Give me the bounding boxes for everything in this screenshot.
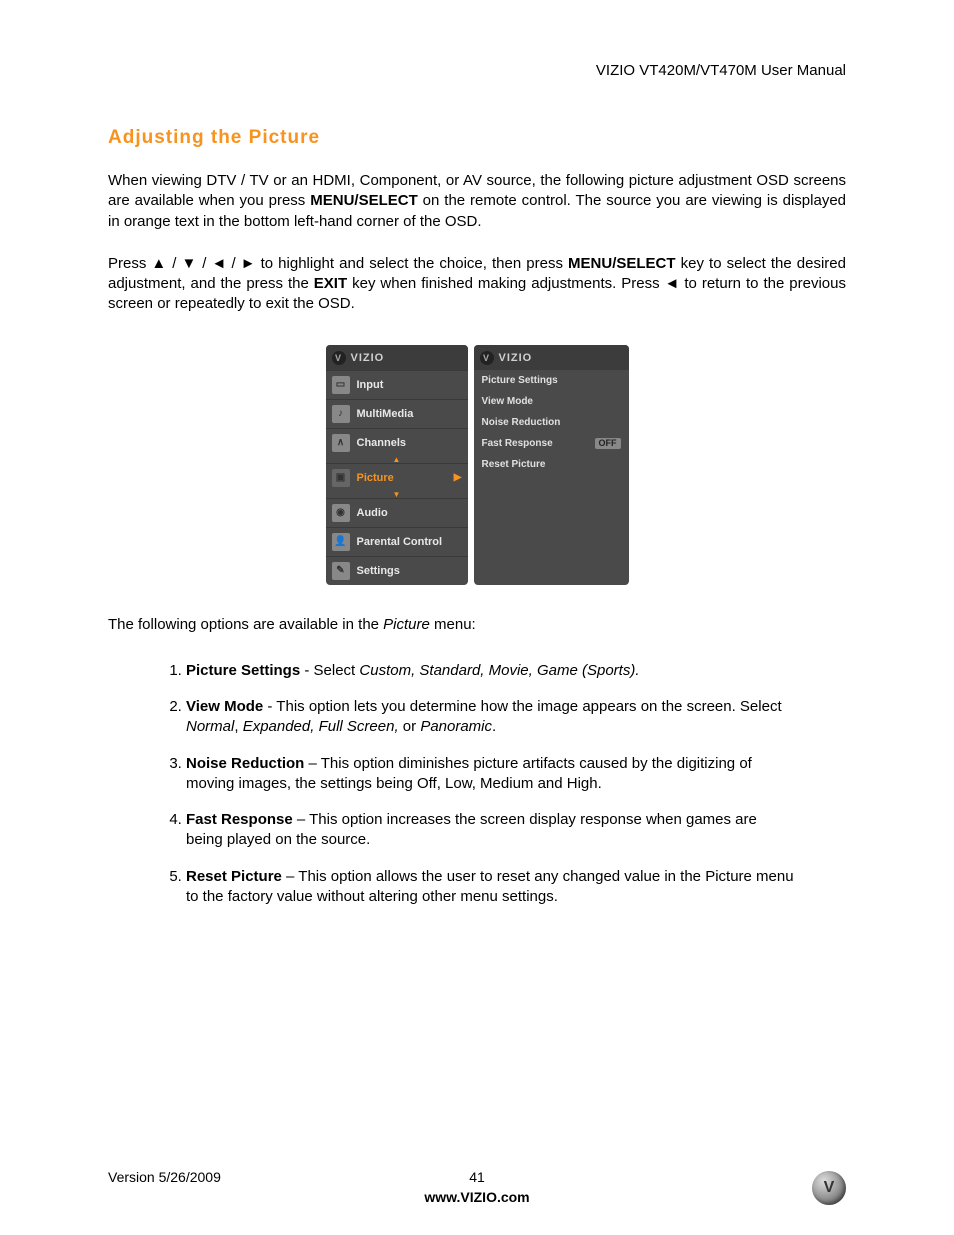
osd-sub-reset-picture[interactable]: Reset Picture: [474, 454, 629, 475]
options-intro: The following options are available in t…: [108, 615, 846, 635]
osd-right-panel: V VIZIO Picture Settings View Mode Noise…: [474, 345, 629, 585]
osd-menu-parental[interactable]: 👤 Parental Control: [326, 527, 468, 556]
osd-menu-settings[interactable]: ✎ Settings: [326, 556, 468, 585]
osd-sub-fast-response[interactable]: Fast Response OFF: [474, 433, 629, 454]
osd-brand-row: V VIZIO: [474, 345, 629, 370]
doc-title: VIZIO VT420M/VT470M User Manual: [108, 62, 846, 79]
osd-sub-view-mode[interactable]: View Mode: [474, 391, 629, 412]
intro-paragraph-1: When viewing DTV / TV or an HDMI, Compon…: [108, 171, 846, 232]
opt-title: Picture Settings: [186, 662, 300, 679]
vizio-logo-icon: V: [332, 351, 346, 365]
osd-screenshot: V VIZIO ▭Input ♪MultiMedia ∧Channels ▲ ▣…: [108, 345, 846, 585]
option-fast-response: Fast Response – This option increases th…: [186, 810, 796, 851]
p3a: The following options are available in t…: [108, 616, 383, 633]
osd-menu-channels[interactable]: ∧ Channels: [326, 428, 468, 457]
opt-text: .: [492, 718, 496, 735]
osd-item-label: Channels: [357, 437, 407, 449]
osd-sub-value: OFF: [595, 438, 621, 449]
osd-item-label: Settings: [357, 565, 400, 577]
opt-italic: Custom, Standard, Movie, Game (Sports).: [359, 662, 639, 679]
options-list: Picture Settings - Select Custom, Standa…: [108, 661, 846, 907]
option-picture-settings: Picture Settings - Select Custom, Standa…: [186, 661, 796, 681]
opt-text: – This option: [304, 755, 398, 772]
opt-italic: Panoramic: [420, 718, 492, 735]
osd-item-label: MultiMedia: [357, 408, 414, 420]
opt-text: or: [399, 718, 421, 735]
osd-menu-input[interactable]: ▭ Input: [326, 370, 468, 399]
opt-title: Noise Reduction: [186, 755, 304, 772]
opt-text: - Select: [300, 662, 359, 679]
p1b: MENU/SELECT: [310, 192, 418, 209]
osd-sub-label: Fast Response: [482, 438, 553, 449]
osd-brand-text: VIZIO: [351, 352, 385, 364]
osd-item-label: Picture: [357, 472, 394, 484]
picture-icon: ▣: [332, 469, 350, 487]
opt-italic: Normal: [186, 718, 234, 735]
settings-icon: ✎: [332, 562, 350, 580]
parental-icon: 👤: [332, 533, 350, 551]
osd-sub-label: Picture Settings: [482, 375, 558, 386]
osd-left-panel: V VIZIO ▭Input ♪MultiMedia ∧Channels ▲ ▣…: [326, 345, 468, 585]
osd-item-label: Audio: [357, 507, 388, 519]
osd-sub-noise-reduction[interactable]: Noise Reduction: [474, 412, 629, 433]
opt-text: option lets you determine how the image …: [309, 698, 782, 715]
osd-menu-picture[interactable]: ▣ Picture ▶: [326, 463, 468, 492]
page-number: 41: [0, 1169, 954, 1185]
opt-title: Fast Response: [186, 811, 293, 828]
p2d: EXIT: [314, 275, 347, 292]
osd-item-label: Parental Control: [357, 536, 443, 548]
osd-sub-label: Reset Picture: [482, 459, 546, 470]
channels-icon: ∧: [332, 434, 350, 452]
p3b: Picture: [383, 616, 430, 633]
vizio-logo-icon: V: [480, 351, 494, 365]
option-reset-picture: Reset Picture – This option allows the u…: [186, 867, 796, 908]
p2b: MENU/SELECT: [568, 255, 676, 272]
osd-sub-picture-settings[interactable]: Picture Settings: [474, 370, 629, 391]
p2a: Press ▲ / ▼ / ◄ / ► to highlight and sel…: [108, 255, 568, 272]
section-title: Adjusting the Picture: [108, 127, 846, 149]
chevron-right-icon: ▶: [454, 472, 462, 483]
osd-item-label: Input: [357, 379, 384, 391]
p3c: menu:: [430, 616, 476, 633]
opt-italic: Expanded, Full Screen,: [243, 718, 399, 735]
input-icon: ▭: [332, 376, 350, 394]
osd-sub-label: Noise Reduction: [482, 417, 561, 428]
intro-paragraph-2: Press ▲ / ▼ / ◄ / ► to highlight and sel…: [108, 254, 846, 315]
opt-text: - This: [263, 698, 309, 715]
osd-brand-row: V VIZIO: [326, 345, 468, 370]
osd-brand-text: VIZIO: [499, 352, 533, 364]
multimedia-icon: ♪: [332, 405, 350, 423]
opt-title: View Mode: [186, 698, 263, 715]
option-view-mode: View Mode - This option lets you determi…: [186, 697, 796, 738]
option-noise-reduction: Noise Reduction – This option diminishes…: [186, 754, 796, 795]
osd-menu-audio[interactable]: ◉ Audio: [326, 498, 468, 527]
opt-title: Reset Picture: [186, 868, 282, 885]
footer-url: www.VIZIO.com: [0, 1189, 954, 1205]
osd-sub-label: View Mode: [482, 396, 534, 407]
osd-menu-multimedia[interactable]: ♪ MultiMedia: [326, 399, 468, 428]
opt-text: ,: [234, 718, 242, 735]
vizio-footer-logo-icon: V: [812, 1171, 846, 1205]
audio-icon: ◉: [332, 504, 350, 522]
